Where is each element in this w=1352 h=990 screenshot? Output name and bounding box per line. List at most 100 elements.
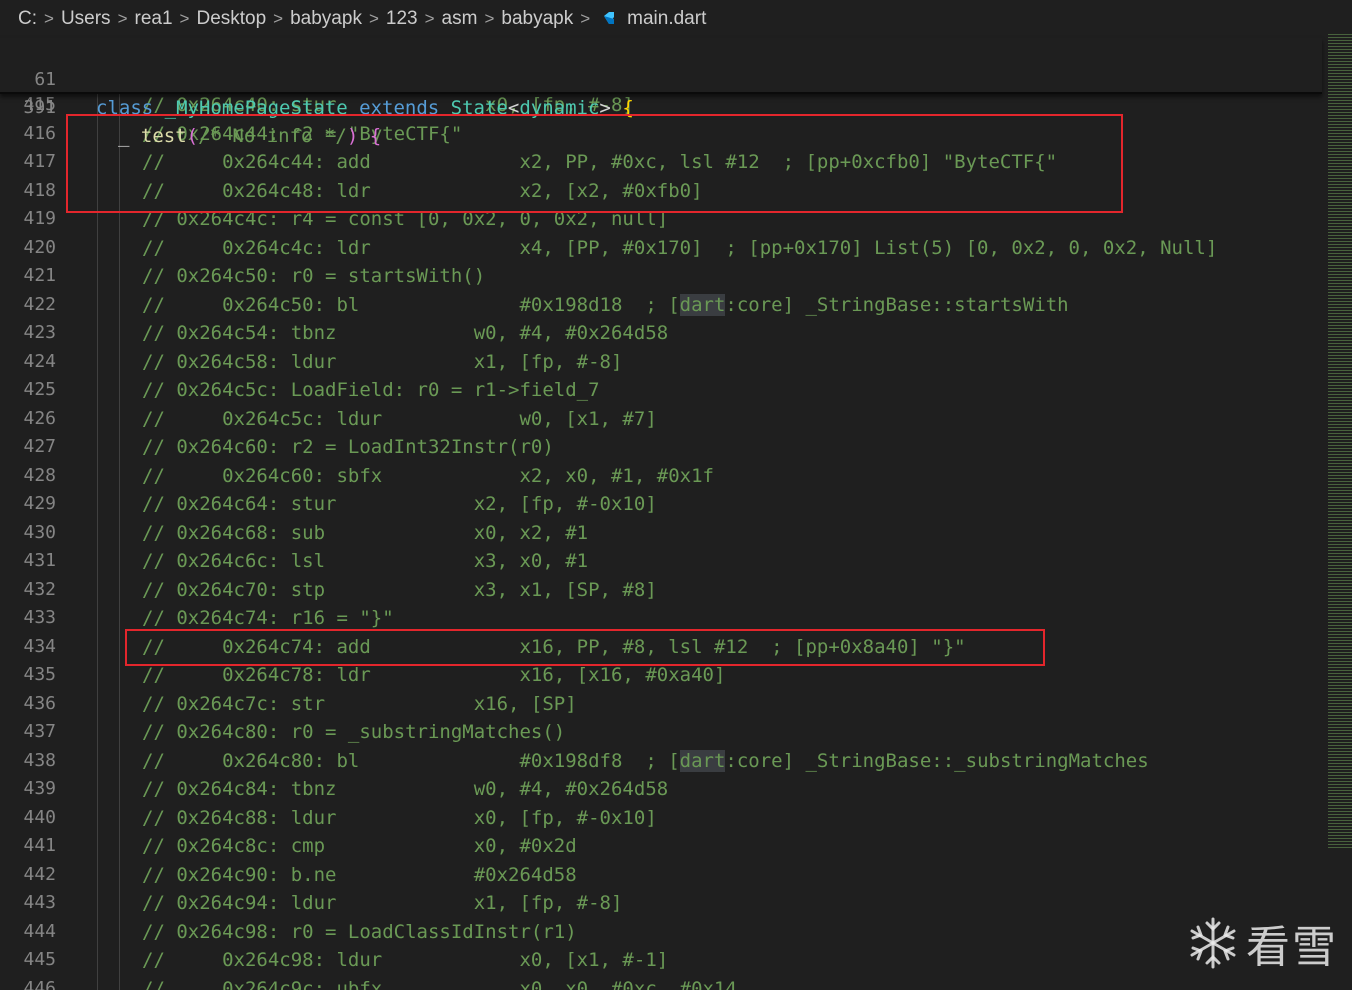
breadcrumb-item[interactable]: babyapk <box>501 8 573 30</box>
code-line[interactable]: 425 // 0x264c5c: LoadField: r0 = r1->fiel… <box>0 376 1330 405</box>
chevron-right-icon: > <box>273 9 284 28</box>
code-comment: // 0x264c9c: ubfx x0, x0, #0xc, #0x14 <box>142 977 737 990</box>
breadcrumb-file[interactable]: main.dart <box>627 8 706 30</box>
watermark-text: 看雪 <box>1246 922 1338 973</box>
line-number: 419 <box>23 208 56 229</box>
code-comment: // 0x264c54: tbnz w0, #4, #0x264d58 <box>142 322 669 344</box>
line-number: 434 <box>23 635 56 657</box>
snowflake-icon <box>1190 917 1236 969</box>
code-line[interactable]: 439 // 0x264c84: tbnz w0, #4, #0x264d58 <box>0 775 1330 804</box>
breadcrumb-item[interactable]: babyapk <box>290 8 362 30</box>
code-line[interactable]: 421 // 0x264c50: r0 = startsWith() <box>0 262 1330 291</box>
breadcrumb-item[interactable]: Desktop <box>196 8 266 30</box>
code-comment: // 0x264c60: sbfx x2, x0, #1, #0x1f <box>142 464 714 487</box>
line-number: 424 <box>23 350 56 372</box>
code-comment: // 0x264c7c: str x16, [SP] <box>142 692 577 715</box>
code-line[interactable]: 437 // 0x264c80: r0 = _substringMatches() <box>0 718 1330 747</box>
code-comment: // 0x264c68: sub x0, x2, #1 <box>142 521 589 544</box>
line-number: 418 <box>23 179 56 201</box>
code-line[interactable]: 430 // 0x264c68: sub x0, x2, #1 <box>0 519 1330 548</box>
breadcrumb: C: > Users > rea1 > Desktop > babyapk >123 > asm > ba… <box>0 0 1352 38</box>
code-line[interactable]: 429 // 0x264c64: stur x2, [fp, #-0x10] <box>0 490 1330 519</box>
code-comment: // 0x264c70: stp x3, x1, [SP, #8] <box>142 578 657 601</box>
code-line[interactable]: 444 // 0x264c98: r0 = LoadClassIdInstr(r1… <box>0 918 1330 947</box>
code-comment: // 0x264c98: ldur x0, [x1, #-1] <box>142 949 669 971</box>
line-number: 442 <box>23 863 56 885</box>
code-line[interactable]: 441 // 0x264c8c: cmp x0, #0x2d <box>0 832 1330 861</box>
line-number: 440 <box>23 806 56 828</box>
code-comment: // 0x264c50: r0 = startsWith() <box>142 265 486 287</box>
code-editor[interactable]: 415// 0x264c40: stur x0, [fp, #-8] 416// … <box>0 90 1330 990</box>
line-number: 428 <box>23 464 56 486</box>
breadcrumb-item[interactable]: Users <box>61 8 111 30</box>
code-line[interactable]: 432 // 0x264c70: stp x3, x1, [SP, #8] <box>0 576 1330 605</box>
chevron-right-icon: > <box>117 9 128 28</box>
sticky-line-method[interactable]: 391 _ test(/* No info */) { <box>0 66 1322 147</box>
line-number: 441 <box>23 835 56 856</box>
code-line[interactable]: 438 // 0x264c80: bl #0x198df8 ; [dart:cor… <box>0 747 1330 776</box>
line-number: 422 <box>23 293 56 315</box>
line-number: 423 <box>23 322 56 343</box>
highlight-box-bytectf <box>66 114 1123 213</box>
line-number: 446 <box>23 977 56 990</box>
code-line[interactable]: 446 // 0x264c9c: ubfx x0, x0, #0xc, #0x14 <box>0 975 1330 990</box>
indent-guide <box>97 90 98 990</box>
line-number: 432 <box>23 578 56 600</box>
line-number: 443 <box>23 892 56 913</box>
line-number: 436 <box>23 692 56 714</box>
code-comment: // 0x264c80: r0 = _substringMatches() <box>142 721 566 743</box>
code-comment: // 0x264c80: bl #0x198df8 ; [dart:core] … <box>142 749 1149 772</box>
line-number: 431 <box>23 550 56 571</box>
code-line[interactable]: 436 // 0x264c7c: str x16, [SP] <box>0 690 1330 719</box>
line-number: 430 <box>23 521 56 543</box>
code-line[interactable]: 445 // 0x264c98: ldur x0, [x1, #-1] <box>0 946 1330 975</box>
code-comment: // 0x264c98: r0 = LoadClassIdInstr(r1) <box>142 920 577 943</box>
code-line[interactable]: 423 // 0x264c54: tbnz w0, #4, #0x264d58 <box>0 319 1330 348</box>
word-highlight: dart <box>679 293 726 316</box>
line-number: 427 <box>23 436 56 457</box>
watermark: 看雪 <box>1186 910 1342 976</box>
code-line[interactable]: 420 // 0x264c4c: ldr x4, [PP, #0x170] ; [… <box>0 234 1330 263</box>
breadcrumb-item[interactable]: asm <box>442 8 478 30</box>
code-comment: // 0x264c6c: lsl x3, x0, #1 <box>142 550 589 572</box>
code-line[interactable]: 440 // 0x264c88: ldur x0, [fp, #-0x10] <box>0 804 1330 833</box>
line-number: 426 <box>23 407 56 429</box>
sticky-line-class[interactable]: 61 class _MyHomePageState extends State<… <box>0 38 1322 119</box>
indent-guide <box>119 90 120 990</box>
code-line[interactable]: 424 // 0x264c58: ldur x1, [fp, #-8] <box>0 348 1330 377</box>
code-comment: // 0x264c5c: ldur w0, [x1, #7] <box>142 407 657 430</box>
code-comment: // 0x264c84: tbnz w0, #4, #0x264d58 <box>142 778 669 800</box>
line-number: 439 <box>23 778 56 799</box>
code-comment: // 0x264c64: stur x2, [fp, #-0x10] <box>142 493 657 515</box>
sticky-scroll-header[interactable]: 61 class _MyHomePageState extends State<… <box>0 38 1322 147</box>
code-line[interactable]: 442 // 0x264c90: b.ne #0x264d58 <box>0 861 1330 890</box>
breadcrumb-item[interactable]: rea1 <box>135 8 173 30</box>
line-number: 420 <box>23 236 56 258</box>
code-comment: // 0x264c90: b.ne #0x264d58 <box>142 863 577 886</box>
code-line[interactable]: 443 // 0x264c94: ldur x1, [fp, #-8] <box>0 889 1330 918</box>
highlight-box-closing-brace <box>125 629 1045 666</box>
code-comment: // 0x264c5c: LoadField: r0 = r1->field_7 <box>142 379 600 401</box>
code-comment: // 0x264c58: ldur x1, [fp, #-8] <box>142 350 623 373</box>
line-number: 435 <box>23 664 56 685</box>
minimap[interactable] <box>1328 34 1352 850</box>
line-number: 429 <box>23 493 56 514</box>
code-comment: // 0x264c4c: ldr x4, [PP, #0x170] ; [pp+… <box>142 236 1218 259</box>
line-number: 437 <box>23 721 56 742</box>
code-comment: // 0x264c94: ldur x1, [fp, #-8] <box>142 892 623 914</box>
dart-file-icon <box>604 12 615 24</box>
chevron-right-icon: > <box>179 9 190 28</box>
code-line[interactable]: 426 // 0x264c5c: ldur w0, [x1, #7] <box>0 405 1330 434</box>
breadcrumb-item[interactable]: C: <box>18 8 37 30</box>
breadcrumb-item[interactable]: 123 <box>386 8 418 30</box>
code-line[interactable]: 427 // 0x264c60: r2 = LoadInt32Instr(r0) <box>0 433 1330 462</box>
line-number: 438 <box>23 749 56 771</box>
code-line[interactable]: 428 // 0x264c60: sbfx x2, x0, #1, #0x1f <box>0 462 1330 491</box>
code-line[interactable]: 422 // 0x264c50: bl #0x198d18 ; [dart:cor… <box>0 291 1330 320</box>
line-number: 433 <box>23 607 56 628</box>
code-comment: // 0x264c50: bl #0x198d18 ; [dart:core] … <box>142 293 1069 316</box>
chevron-right-icon: > <box>424 9 435 28</box>
code-line[interactable]: 431 // 0x264c6c: lsl x3, x0, #1 <box>0 547 1330 576</box>
chevron-right-icon: > <box>484 9 495 28</box>
chevron-right-icon: > <box>44 9 54 28</box>
